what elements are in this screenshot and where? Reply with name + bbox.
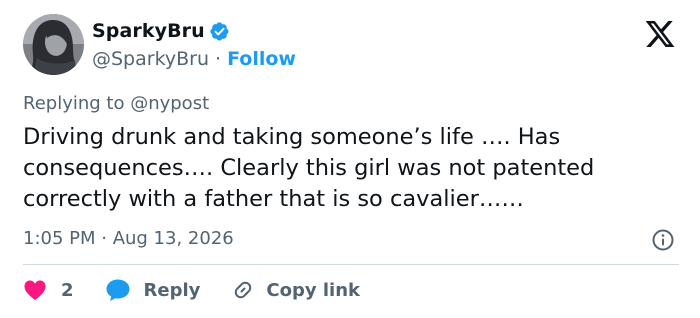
x-logo-icon[interactable] xyxy=(643,18,677,50)
link-icon xyxy=(235,281,252,299)
tweet-text: Driving drunk and taking someone’s life … xyxy=(23,124,595,212)
chat-bubble-icon xyxy=(106,279,130,301)
follow-button[interactable]: Follow xyxy=(227,48,296,70)
replying-to-text: Replying to @nypost xyxy=(23,93,210,114)
verified-badge-icon xyxy=(209,21,230,42)
like-count: 2 xyxy=(61,279,74,301)
heart-icon xyxy=(24,280,46,300)
tweet-actions: 2 Reply Copy link xyxy=(23,276,360,304)
copy-link-label: Copy link xyxy=(266,279,360,301)
separator-dot: · xyxy=(215,48,222,70)
author-display-name[interactable]: SparkyBru xyxy=(92,20,205,42)
tweet-timestamp[interactable]: 1:05 PM · Aug 13, 2026 xyxy=(23,228,234,249)
avatar[interactable] xyxy=(23,14,84,75)
info-icon[interactable] xyxy=(651,228,675,252)
copy-link-button[interactable]: Copy link xyxy=(231,278,360,302)
author-handle[interactable]: @SparkyBru xyxy=(92,48,209,70)
like-button[interactable]: 2 xyxy=(23,279,74,301)
divider xyxy=(23,264,679,265)
reply-button[interactable]: Reply xyxy=(105,278,201,302)
tweet-author: SparkyBru @SparkyBru · Follow xyxy=(92,18,296,70)
reply-label: Reply xyxy=(143,279,201,301)
